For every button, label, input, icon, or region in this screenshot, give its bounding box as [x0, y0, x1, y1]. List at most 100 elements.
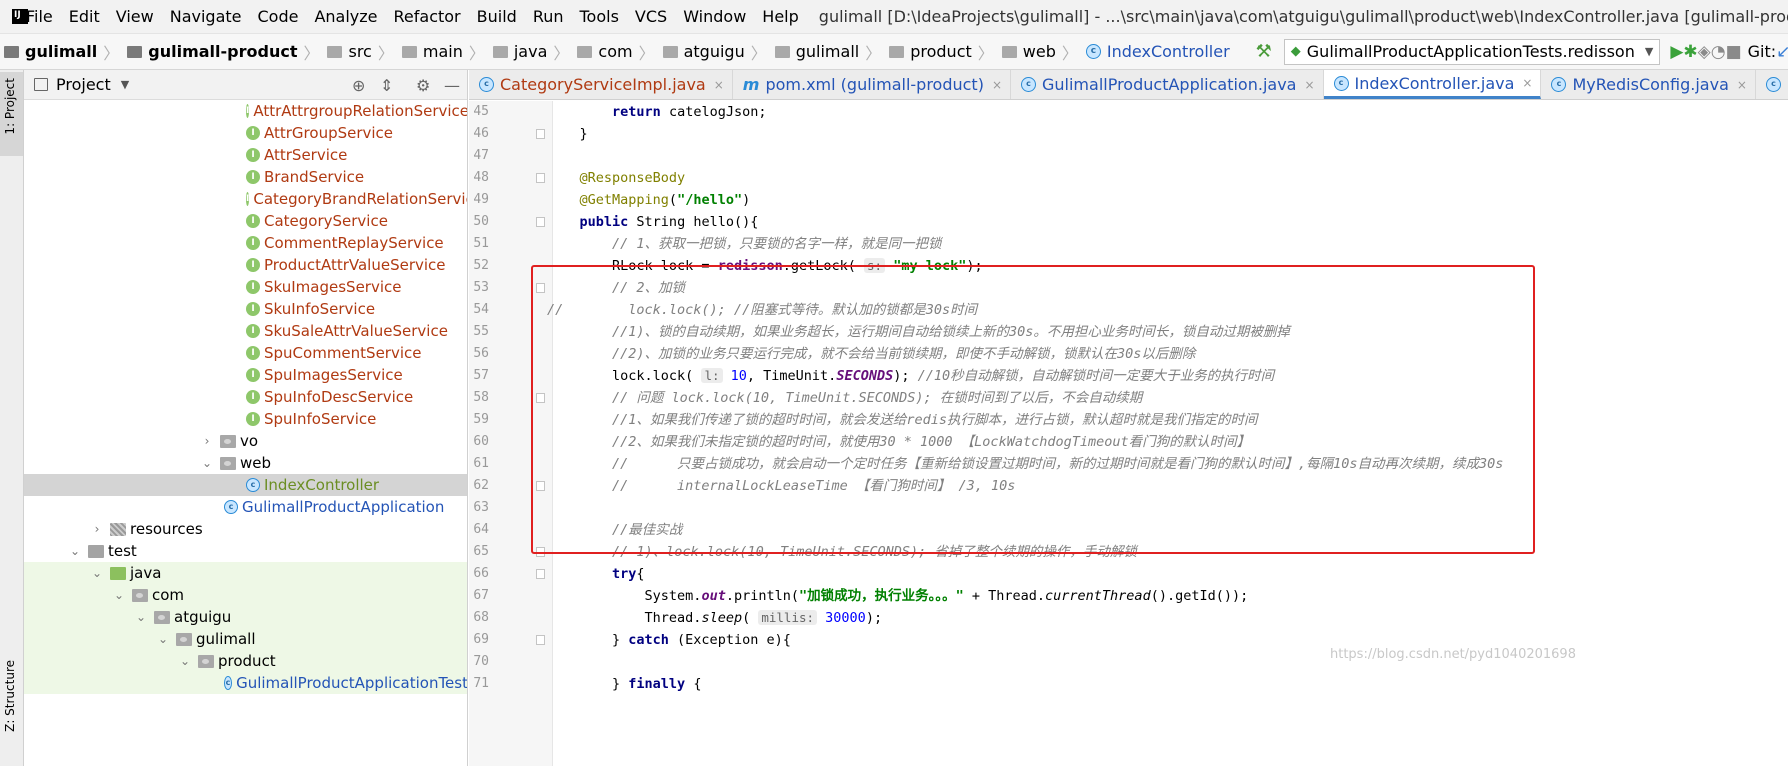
tree-item[interactable]: ⌄ java: [24, 562, 467, 584]
tree-item[interactable]: I AttrAttrgroupRelationService: [24, 100, 467, 122]
code-line[interactable]: 68 Thread.sleep( millis: 30000);: [469, 607, 1788, 629]
menu-analyze[interactable]: Analyze: [306, 7, 385, 26]
code-line[interactable]: 45 return catelogJson;: [469, 101, 1788, 123]
menu-help[interactable]: Help: [754, 7, 806, 26]
gear-icon[interactable]: ⚙: [416, 76, 430, 95]
tree-item[interactable]: I SpuInfoDescService: [24, 386, 467, 408]
chevron-down-icon[interactable]: ⌄: [134, 610, 148, 624]
close-icon[interactable]: ×: [992, 78, 1002, 92]
breadcrumb-product[interactable]: product 〉: [885, 40, 998, 64]
menu-run[interactable]: Run: [525, 7, 572, 26]
tab-myredisconfig[interactable]: c MyRedisConfig.java ×: [1541, 70, 1756, 99]
tab-truncated[interactable]: cRe: [1756, 70, 1788, 99]
tree-item[interactable]: ⌄ test: [24, 540, 467, 562]
breadcrumb-gulimall-product[interactable]: gulimall-product 〉: [123, 40, 323, 64]
menu-code[interactable]: Code: [250, 7, 307, 26]
close-icon[interactable]: ×: [1304, 78, 1314, 92]
chevron-down-icon[interactable]: ⌄: [200, 456, 214, 470]
fold-marker-icon[interactable]: [536, 635, 545, 645]
fold-marker-icon[interactable]: [536, 217, 545, 227]
breadcrumb-src[interactable]: src 〉: [323, 40, 397, 64]
tab-categoryserviceimpl[interactable]: c CategoryServiceImpl.java ×: [469, 70, 733, 99]
close-icon[interactable]: ×: [1522, 76, 1532, 90]
breadcrumb-gulimall-pkg[interactable]: gulimall 〉: [771, 40, 885, 64]
tree-item[interactable]: ⌄ gulimall: [24, 628, 467, 650]
locate-file-icon[interactable]: ⊕: [352, 76, 365, 95]
project-tool-button[interactable]: 1: Project: [0, 72, 23, 156]
tree-item[interactable]: I SpuCommentService: [24, 342, 467, 364]
code-line[interactable]: 51 // 1、获取一把锁，只要锁的名字一样，就是同一把锁: [469, 233, 1788, 255]
breadcrumb-atguigu[interactable]: atguigu 〉: [659, 40, 771, 64]
chevron-right-icon[interactable]: ›: [90, 522, 104, 536]
breadcrumb-com[interactable]: com 〉: [573, 40, 658, 64]
close-icon[interactable]: ×: [714, 78, 724, 92]
tree-item[interactable]: I SkuInfoService: [24, 298, 467, 320]
collapse-all-icon[interactable]: ⇕: [380, 76, 393, 95]
menu-window[interactable]: Window: [675, 7, 754, 26]
code-line[interactable]: 50 public String hello(){: [469, 211, 1788, 233]
breadcrumb-gulimall[interactable]: gulimall 〉: [0, 40, 123, 64]
debug-icon[interactable]: ✱: [1683, 42, 1697, 62]
breadcrumb-java[interactable]: java 〉: [489, 40, 574, 64]
chevron-right-icon[interactable]: ›: [200, 434, 214, 448]
code-line[interactable]: 70: [469, 651, 1788, 673]
code-line[interactable]: 46 }: [469, 123, 1788, 145]
fold-marker-icon[interactable]: [536, 173, 545, 183]
tree-item[interactable]: I SpuImagesService: [24, 364, 467, 386]
tree-item[interactable]: › resources: [24, 518, 467, 540]
breadcrumb-web[interactable]: web 〉: [998, 40, 1082, 64]
tree-item-selected[interactable]: c IndexController: [24, 474, 467, 496]
tree-item[interactable]: I ProductAttrValueService: [24, 254, 467, 276]
coverage-icon[interactable]: ◈: [1698, 42, 1711, 62]
chevron-down-icon[interactable]: ⌄: [68, 544, 82, 558]
code-line[interactable]: 66 try{: [469, 563, 1788, 585]
code-line[interactable]: 69 } catch (Exception e){: [469, 629, 1788, 651]
menu-view[interactable]: View: [108, 7, 162, 26]
tree-item[interactable]: I SkuSaleAttrValueService: [24, 320, 467, 342]
tree-item[interactable]: I CategoryService: [24, 210, 467, 232]
tab-indexcontroller[interactable]: c IndexController.java ×: [1323, 70, 1542, 99]
tree-item[interactable]: I BrandService: [24, 166, 467, 188]
chevron-down-icon[interactable]: ▼: [121, 78, 129, 91]
git-update-icon[interactable]: ↙: [1776, 42, 1788, 62]
menu-edit[interactable]: Edit: [61, 7, 108, 26]
tree-item[interactable]: I CategoryBrandRelationService: [24, 188, 467, 210]
menu-tools[interactable]: Tools: [572, 7, 627, 26]
code-line[interactable]: 67 System.out.println("加锁成功，执行业务。。。" + T…: [469, 585, 1788, 607]
tree-item[interactable]: c GulimallProductApplicationTest: [24, 672, 467, 694]
tree-item[interactable]: I AttrGroupService: [24, 122, 467, 144]
hide-panel-icon[interactable]: —: [444, 76, 460, 95]
project-panel-title[interactable]: Project: [56, 75, 111, 94]
tree-item[interactable]: ⌄ atguigu: [24, 606, 467, 628]
menu-refactor[interactable]: Refactor: [386, 7, 469, 26]
chevron-down-icon[interactable]: ⌄: [156, 632, 170, 646]
chevron-down-icon[interactable]: ⌄: [90, 566, 104, 580]
profile-icon[interactable]: ◔: [1711, 42, 1726, 62]
tree-item[interactable]: ⌄ web: [24, 452, 467, 474]
fold-marker-icon[interactable]: [536, 129, 545, 139]
breadcrumb-main[interactable]: main 〉: [398, 40, 489, 64]
fold-marker-icon[interactable]: [536, 569, 545, 579]
tab-pom-xml[interactable]: m pom.xml (gulimall-product) ×: [733, 70, 1011, 99]
code-line[interactable]: 47: [469, 145, 1788, 167]
tree-item[interactable]: › vo: [24, 430, 467, 452]
stop-icon[interactable]: ■: [1726, 42, 1742, 62]
run-configuration-select[interactable]: ◆ GulimallProductApplicationTests.rediss…: [1283, 38, 1661, 65]
close-icon[interactable]: ×: [1737, 78, 1747, 92]
run-icon[interactable]: ▶: [1670, 42, 1683, 62]
chevron-down-icon[interactable]: ⌄: [112, 588, 126, 602]
code-line[interactable]: 71 } finally {: [469, 673, 1788, 695]
tree-item[interactable]: I SkuImagesService: [24, 276, 467, 298]
tree-item[interactable]: ⌄ com: [24, 584, 467, 606]
tree-item[interactable]: I CommentReplayService: [24, 232, 467, 254]
code-line[interactable]: 48 @ResponseBody: [469, 167, 1788, 189]
build-hammer-icon[interactable]: ⚒: [1256, 41, 1272, 62]
menu-navigate[interactable]: Navigate: [162, 7, 250, 26]
tab-gulimallproductapplication[interactable]: c GulimallProductApplication.java ×: [1011, 70, 1324, 99]
code-line[interactable]: 49 @GetMapping("/hello"): [469, 189, 1788, 211]
tree-item[interactable]: I SpuInfoService: [24, 408, 467, 430]
menu-vcs[interactable]: VCS: [627, 7, 675, 26]
tree-item[interactable]: c GulimallProductApplication: [24, 496, 467, 518]
breadcrumb-indexcontroller[interactable]: c IndexController: [1082, 42, 1234, 61]
chevron-down-icon[interactable]: ⌄: [178, 654, 192, 668]
